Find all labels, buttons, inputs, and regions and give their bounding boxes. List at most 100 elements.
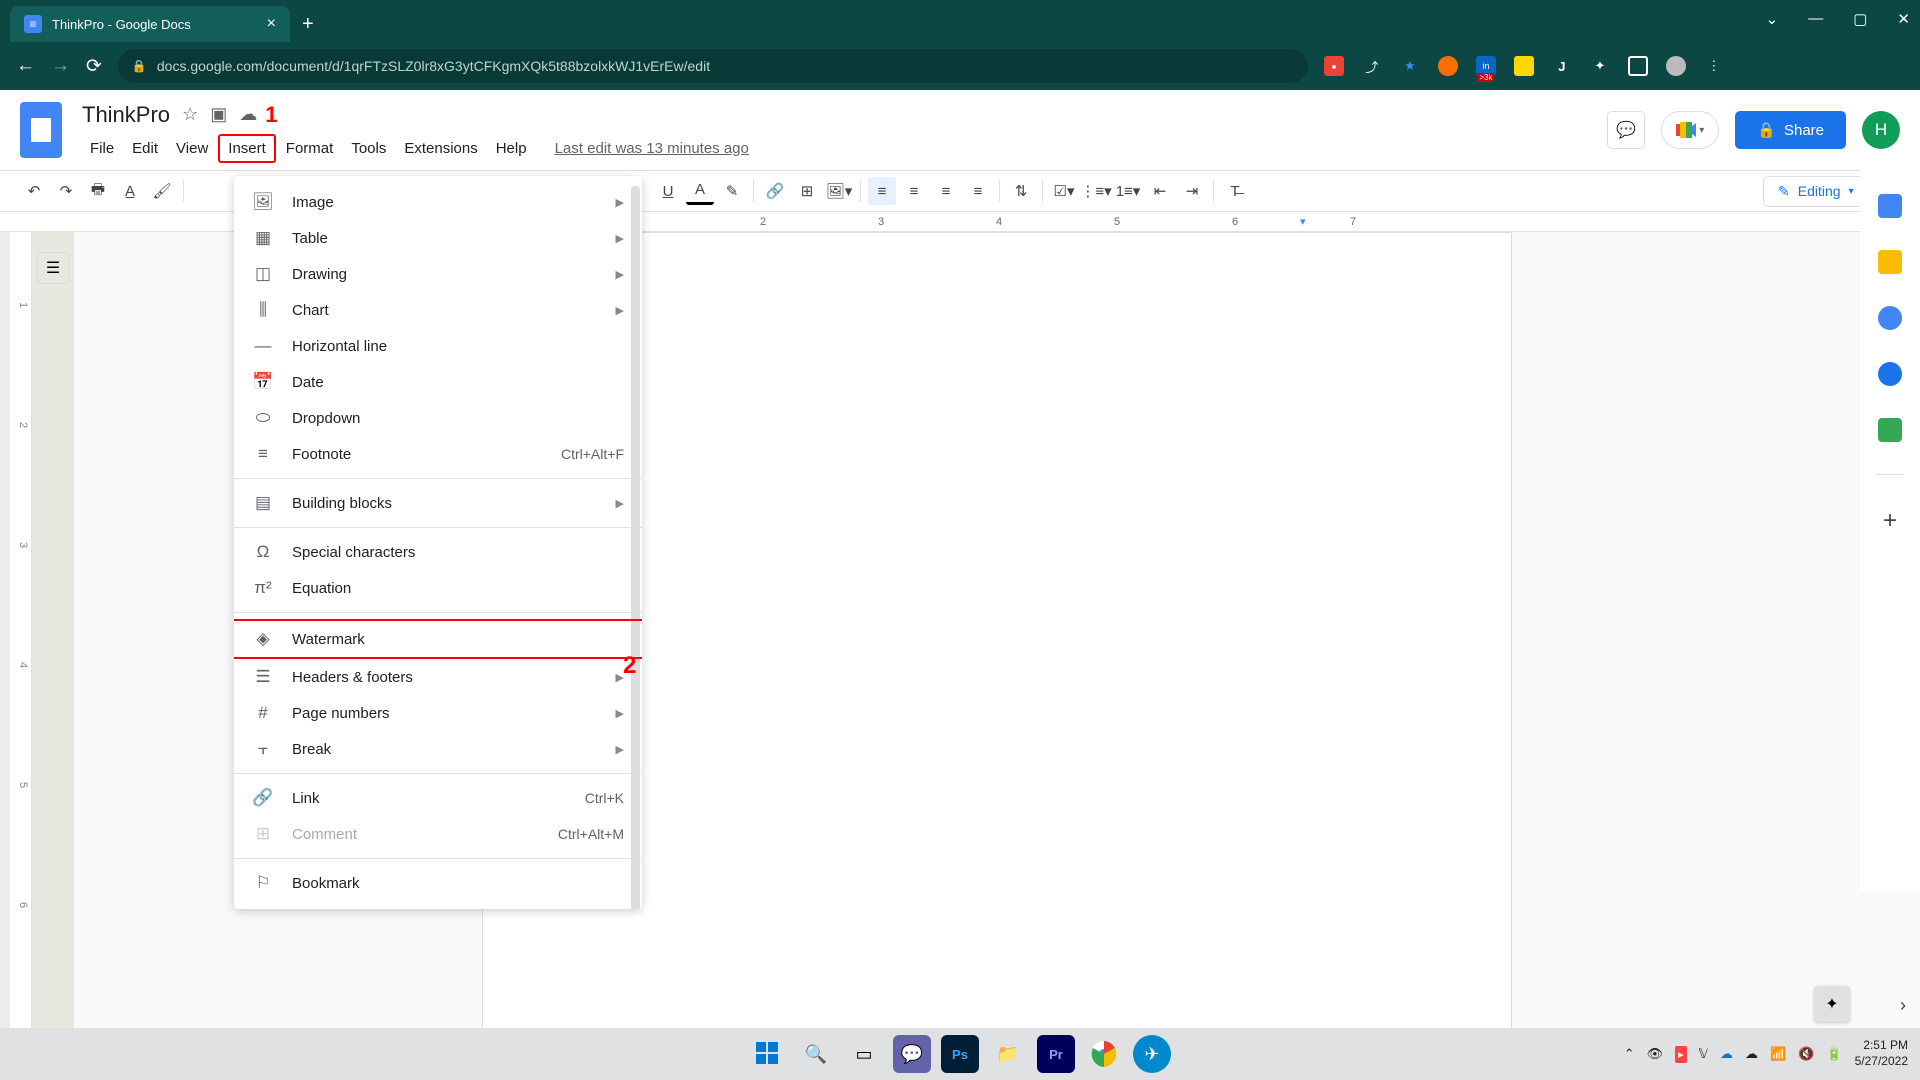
align-justify-button[interactable]: ≡ [964, 177, 992, 205]
menu-item-equation[interactable]: π²Equation [234, 570, 642, 606]
menu-item-comment[interactable]: ⊞CommentCtrl+Alt+M [234, 816, 642, 852]
minimize-icon[interactable]: — [1808, 10, 1823, 28]
search-button[interactable]: 🔍 [797, 1035, 835, 1073]
tasks-icon[interactable] [1878, 306, 1902, 330]
menu-item-dropdown[interactable]: ⬭Dropdown [234, 400, 642, 436]
docs-logo[interactable] [20, 102, 62, 158]
volume-icon[interactable]: 🔇 [1798, 1046, 1814, 1062]
account-avatar[interactable]: H [1862, 111, 1900, 149]
menu-item-footnote[interactable]: ≡FootnoteCtrl+Alt+F [234, 436, 642, 472]
checklist-button[interactable]: ☑▾ [1050, 177, 1078, 205]
tray-eye-icon[interactable]: 👁 [1647, 1046, 1664, 1062]
linkedin-ext-icon[interactable]: in>3k [1476, 56, 1496, 76]
numbered-list-button[interactable]: 1≡▾ [1114, 177, 1142, 205]
tray-icon-v[interactable]: 𝕍 [1699, 1046, 1708, 1062]
ext-icon-3[interactable] [1514, 56, 1534, 76]
print-button[interactable]: 🖶 [84, 177, 112, 205]
explorer-icon[interactable]: 📁 [989, 1035, 1027, 1073]
calendar-icon[interactable] [1878, 194, 1902, 218]
onedrive-icon[interactable]: ☁ [1720, 1046, 1733, 1062]
menu-item-image[interactable]: 🖼Image▶ [234, 184, 642, 220]
telegram-icon[interactable]: ✈ [1133, 1035, 1171, 1073]
spellcheck-button[interactable]: A̲ [116, 177, 144, 205]
editing-mode-button[interactable]: ✎ Editing ▾ [1763, 176, 1869, 207]
close-window-icon[interactable]: ✕ [1897, 10, 1910, 28]
menu-item-building-blocks[interactable]: ▤Building blocks▶ [234, 485, 642, 521]
star-icon[interactable]: ☆ [182, 104, 198, 125]
clear-formatting-button[interactable]: T̶ [1221, 177, 1249, 205]
meet-button[interactable]: ▾ [1661, 111, 1719, 149]
bookmark-star-icon[interactable]: ★ [1400, 56, 1420, 76]
insert-image-button[interactable]: 🖼▾ [825, 177, 853, 205]
profile-avatar-icon[interactable] [1666, 56, 1686, 76]
underline-button[interactable]: U [654, 177, 682, 205]
clock[interactable]: 2:51 PM 5/27/2022 [1855, 1038, 1908, 1069]
comments-button[interactable]: 💬 [1607, 111, 1645, 149]
keep-icon[interactable] [1878, 250, 1902, 274]
hide-side-panel-button[interactable]: › [1900, 995, 1906, 1016]
move-icon[interactable]: ▣ [210, 104, 227, 125]
menu-item-link[interactable]: 🔗LinkCtrl+K [234, 780, 642, 816]
menu-file[interactable]: File [82, 136, 122, 161]
tray-icon-cloud[interactable]: ☁ [1745, 1046, 1758, 1062]
share-icon[interactable]: ⤴ [1362, 56, 1382, 76]
menu-item-page-numbers[interactable]: #Page numbers▶ [234, 695, 642, 731]
ext-icon-2[interactable] [1438, 56, 1458, 76]
maximize-icon[interactable]: ▢ [1853, 10, 1867, 28]
task-view-button[interactable]: ▭ [845, 1035, 883, 1073]
insert-link-button[interactable]: 🔗 [761, 177, 789, 205]
menu-item-drawing[interactable]: ◫Drawing▶ [234, 256, 642, 292]
tray-icon-red[interactable]: ▸ [1675, 1046, 1687, 1063]
align-right-button[interactable]: ≡ [932, 177, 960, 205]
undo-button[interactable]: ↶ [20, 177, 48, 205]
ext-icon-box[interactable] [1628, 56, 1648, 76]
premiere-icon[interactable]: Pr [1037, 1035, 1075, 1073]
browser-tab[interactable]: ≡ ThinkPro - Google Docs × [10, 6, 290, 42]
menu-item-bookmark[interactable]: ⚐Bookmark [234, 865, 642, 901]
cloud-status-icon[interactable]: ☁ [239, 104, 257, 125]
explore-button[interactable]: ✦ [1814, 986, 1850, 1022]
line-spacing-button[interactable]: ⇅ [1007, 177, 1035, 205]
menu-item-special-characters[interactable]: ΩSpecial characters [234, 534, 642, 570]
outline-toggle-button[interactable]: ☰ [37, 252, 69, 284]
close-tab-icon[interactable]: × [267, 15, 276, 33]
document-title[interactable]: ThinkPro [82, 102, 170, 128]
bulleted-list-button[interactable]: ⋮≡▾ [1082, 177, 1110, 205]
start-button[interactable] [749, 1035, 787, 1073]
menu-tools[interactable]: Tools [343, 136, 394, 161]
chrome-icon[interactable] [1085, 1035, 1123, 1073]
menu-insert[interactable]: Insert [218, 134, 276, 163]
increase-indent-button[interactable]: ⇥ [1178, 177, 1206, 205]
highlight-button[interactable]: ✎ [718, 177, 746, 205]
menu-extensions[interactable]: Extensions [396, 136, 485, 161]
address-bar[interactable]: 🔒 docs.google.com/document/d/1qrFTzSLZ0l… [118, 49, 1308, 83]
wifi-icon[interactable]: 📶 [1770, 1046, 1786, 1062]
menu-item-break[interactable]: ⫟Break▶ [234, 731, 642, 767]
reload-button[interactable]: ⟳ [86, 55, 102, 78]
last-edit-link[interactable]: Last edit was 13 minutes ago [555, 140, 749, 157]
menu-item-chart[interactable]: ⫼Chart▶ [234, 292, 642, 328]
tab-search-icon[interactable]: ⌄ [1766, 10, 1779, 28]
menu-format[interactable]: Format [278, 136, 342, 161]
ext-icon-j[interactable]: J [1552, 56, 1572, 76]
redo-button[interactable]: ↷ [52, 177, 80, 205]
photoshop-icon[interactable]: Ps [941, 1035, 979, 1073]
menu-item-table[interactable]: ▦Table▶ [234, 220, 642, 256]
menu-item-horizontal-line[interactable]: —Horizontal line [234, 328, 642, 364]
align-left-button[interactable]: ≡ [868, 177, 896, 205]
vertical-ruler[interactable]: 1 2 3 4 5 6 [10, 232, 32, 1080]
text-color-button[interactable]: A [686, 177, 714, 205]
get-addons-button[interactable]: + [1883, 507, 1897, 535]
share-button[interactable]: 🔒 Share [1735, 111, 1846, 149]
forward-button[interactable]: → [51, 55, 70, 77]
menu-view[interactable]: View [168, 136, 216, 161]
extensions-puzzle-icon[interactable]: ✦ [1590, 56, 1610, 76]
browser-menu-icon[interactable]: ⋮ [1704, 56, 1724, 76]
contacts-icon[interactable] [1878, 362, 1902, 386]
menu-item-headers-footers[interactable]: ☰Headers & footers▶ [234, 659, 642, 695]
menu-item-date[interactable]: 📅Date [234, 364, 642, 400]
paint-format-button[interactable]: 🖌 [148, 177, 176, 205]
new-tab-button[interactable]: + [302, 13, 314, 36]
teams-icon[interactable]: 💬 [893, 1035, 931, 1073]
battery-icon[interactable]: 🔋 [1826, 1046, 1842, 1062]
